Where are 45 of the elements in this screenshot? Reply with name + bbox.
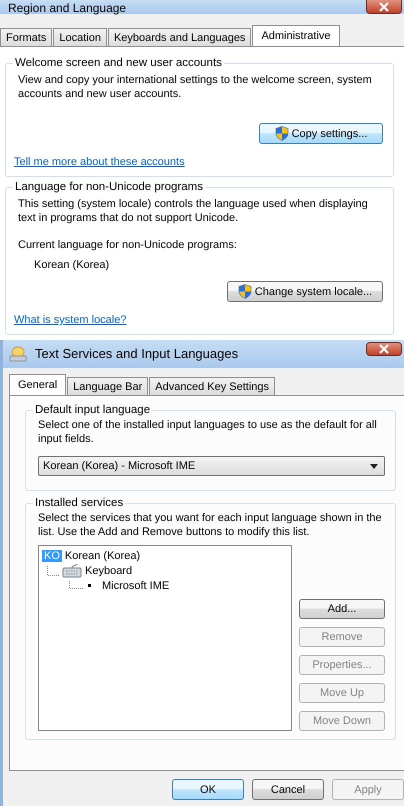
tab[interactable]: Advanced Key Settings — [149, 377, 276, 395]
description-text: This setting (system locale) controls the language used when displaying text in programs that do not support Unicode. — [18, 197, 369, 225]
shield-icon — [274, 126, 289, 141]
system-locale-link[interactable]: What is system locale? — [14, 314, 126, 326]
dialog-button[interactable]: OK — [172, 779, 244, 800]
close-button[interactable] — [366, 0, 402, 14]
accounts-link[interactable]: Tell me more about these accounts — [14, 156, 185, 168]
tree-item-label: Microsoft IME — [102, 580, 170, 592]
tree-item-label: Korean (Korea) — [64, 550, 140, 562]
tab[interactable]: General — [9, 374, 66, 395]
tree-item[interactable]: Keyboard — [42, 563, 288, 578]
group-title: Welcome screen and new user accounts — [14, 57, 223, 69]
copy-settings-button[interactable]: Copy settings... — [259, 123, 383, 144]
description-text: Select the services that you want for each input language shown in the list. Use the Add and Remove buttons to modify this list. — [38, 511, 383, 539]
current-language-label: Current language for non-Unicode programs: — [18, 239, 238, 251]
close-button[interactable] — [366, 342, 402, 356]
dialog-button[interactable]: Cancel — [252, 779, 324, 800]
keyboard-icon — [62, 564, 82, 578]
tab[interactable]: Location — [53, 28, 107, 46]
group-title: Installed services — [34, 497, 124, 509]
language-dropdown[interactable]: Korean (Korea) - Microsoft IME — [38, 456, 385, 476]
close-icon — [378, 344, 390, 354]
group-title: Language for non-Unicode programs — [14, 181, 204, 193]
tree-item-label: Keyboard — [85, 564, 132, 576]
change-locale-button[interactable]: Change system locale... — [227, 281, 383, 302]
tab[interactable]: Formats — [0, 28, 52, 46]
bullet-icon — [88, 584, 91, 587]
tab[interactable]: Administrative — [252, 25, 340, 46]
tree-connector — [69, 580, 83, 590]
shield-icon — [238, 284, 252, 299]
window-title: Region and Language — [7, 2, 126, 14]
close-icon — [378, 2, 390, 12]
language-badge: KO — [42, 550, 62, 562]
current-language-value: Korean (Korea) — [33, 259, 110, 271]
description-text: View and copy your international settings to the welcome screen, system accounts and new user accounts. — [18, 73, 373, 101]
tree-item[interactable]: KO Korean (Korea) — [42, 548, 288, 563]
group-title: Default input language — [34, 404, 152, 416]
tab[interactable]: Keyboards and Languages — [108, 28, 252, 46]
dropdown-arrow-icon — [370, 464, 378, 468]
tab[interactable]: Language Bar — [67, 377, 148, 395]
description-text: Select one of the installed input languages to use as the default for all input fields. — [38, 418, 378, 446]
tree-item[interactable]: Microsoft IME — [42, 578, 288, 593]
tree-connector — [47, 566, 59, 576]
service-button[interactable]: Add... — [299, 599, 385, 619]
window-title: Text Services and Input Languages — [34, 348, 238, 360]
